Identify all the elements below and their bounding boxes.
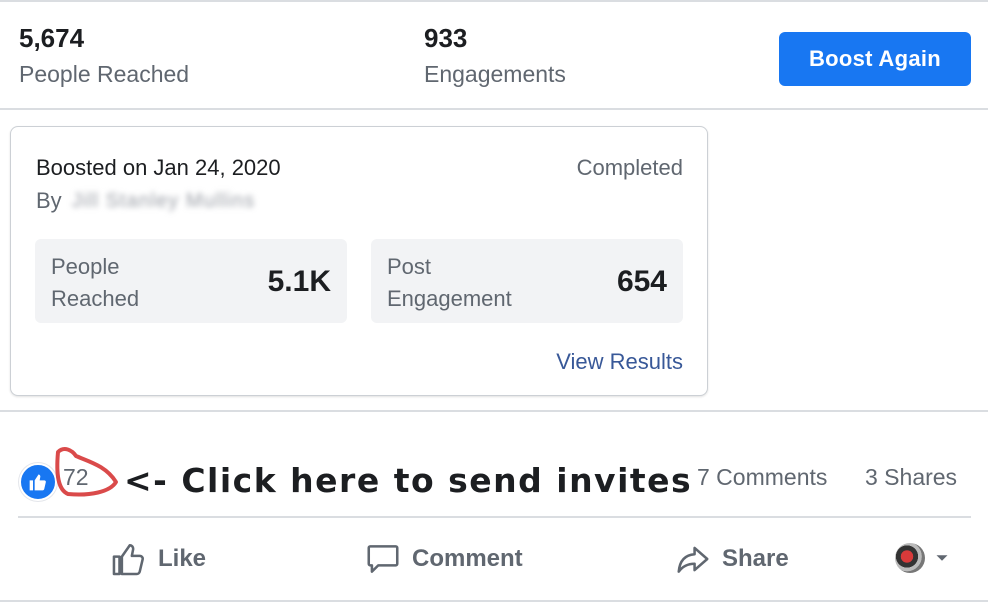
metric-value: 5.1K	[267, 265, 331, 298]
annotation-text: <- Click here to send invites	[124, 461, 693, 500]
metric-value: 654	[616, 265, 667, 298]
like-count[interactable]: 72	[63, 464, 89, 491]
metric-people-reached: People Reached 5.1K	[35, 239, 347, 323]
share-label: Share	[722, 545, 789, 572]
status-badge: Completed	[576, 155, 683, 180]
comment-label: Comment	[412, 545, 523, 572]
blurred-name: Jill Stanley Mullins	[71, 189, 256, 212]
view-results-link[interactable]: View Results	[556, 349, 683, 375]
metric-post-engagement: Post Engagement 654	[371, 239, 683, 323]
top-divider	[0, 0, 988, 2]
comment-button[interactable]: Comment	[364, 535, 523, 583]
metric-label: Post Engagement	[387, 254, 512, 311]
card-divider	[0, 410, 988, 412]
metric-label: People Reached	[51, 254, 140, 311]
audience-avatar-selector[interactable]	[895, 543, 953, 573]
shares-count[interactable]: 3 Shares	[865, 464, 957, 491]
chevron-down-icon	[936, 555, 948, 561]
by-label: By	[36, 188, 62, 213]
boost-again-button[interactable]: Boost Again	[779, 32, 971, 86]
comments-count[interactable]: 7 Comments	[697, 464, 827, 491]
boost-card: Boosted on Jan 24, 2020 Completed By Jil…	[10, 126, 708, 396]
engagements-value: 933	[424, 23, 468, 53]
engagements-label: Engagements	[424, 61, 566, 87]
boosted-on-text: Boosted on Jan 24, 2020	[36, 155, 281, 180]
actions-divider	[18, 516, 971, 518]
people-reached-stat: 5,674 People Reached	[19, 23, 189, 89]
like-icon	[112, 543, 144, 576]
summary-divider	[0, 108, 988, 110]
comment-icon	[367, 545, 399, 573]
people-reached-label: People Reached	[19, 61, 190, 87]
bottom-divider	[0, 600, 988, 602]
engagements-stat: 933 Engagements	[424, 23, 566, 89]
boosted-by: By Jill Stanley Mullins	[36, 188, 255, 214]
avatar	[895, 543, 925, 573]
like-label: Like	[158, 545, 207, 572]
share-icon	[677, 546, 709, 573]
like-button[interactable]: Like	[110, 535, 206, 583]
share-button[interactable]: Share	[674, 535, 789, 583]
people-reached-value: 5,674	[19, 23, 85, 53]
